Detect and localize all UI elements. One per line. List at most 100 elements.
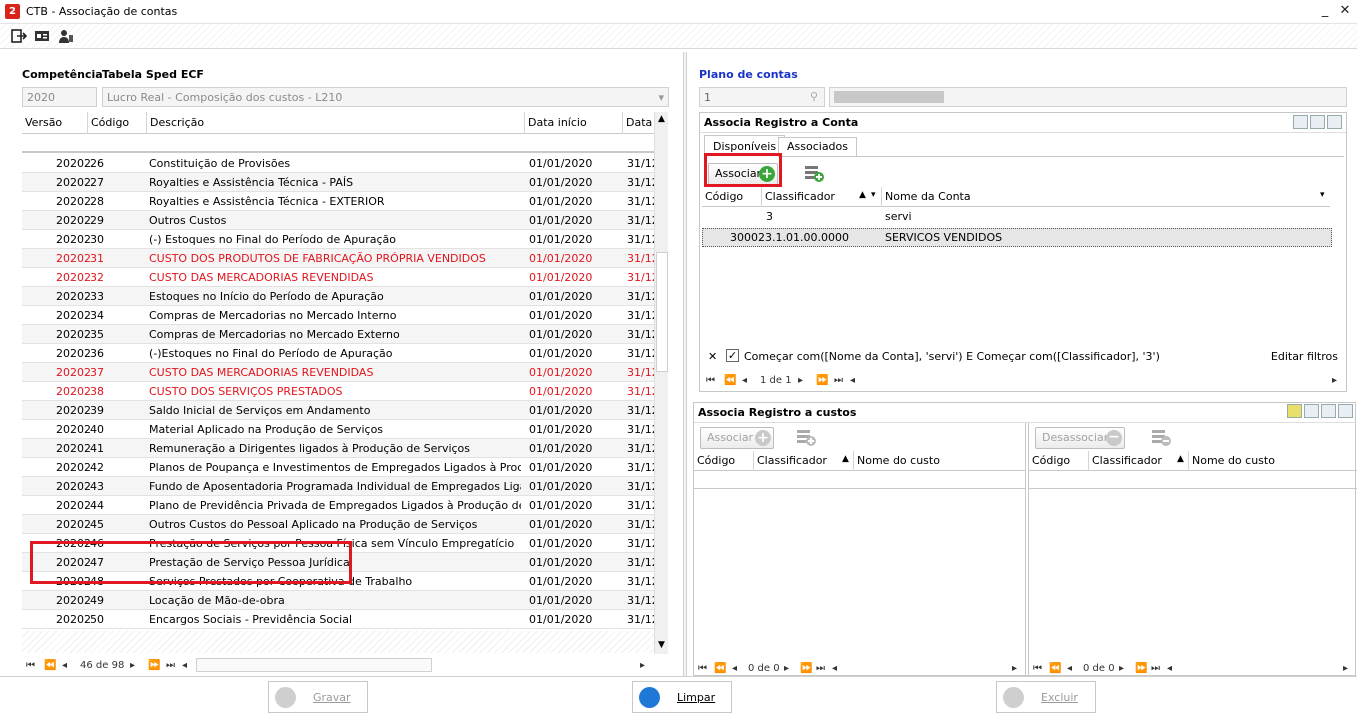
add-all-icon[interactable] bbox=[804, 164, 824, 182]
filter-row[interactable] bbox=[22, 134, 654, 153]
next-record-icon[interactable]: ▸ bbox=[784, 663, 789, 674]
next-record-icon[interactable]: ▸ bbox=[798, 375, 803, 386]
gravar-button[interactable]: Gravar bbox=[268, 681, 368, 713]
maximize-icon[interactable] bbox=[1338, 404, 1353, 418]
table-row[interactable]: 20202 44 Plano de Previdência Privada de E… bbox=[22, 496, 654, 515]
next-page-icon[interactable]: ⏩ bbox=[816, 375, 828, 386]
plano-field[interactable]: 1 ⚲ bbox=[699, 87, 825, 107]
next-record-icon[interactable]: ▸ bbox=[1119, 663, 1124, 674]
col-descricao[interactable]: Descrição bbox=[147, 112, 525, 134]
table-row[interactable]: 20202 30 (-) Estoques no Final do Período … bbox=[22, 230, 654, 249]
exit-icon[interactable] bbox=[11, 28, 27, 44]
card-view-icon[interactable] bbox=[1293, 115, 1308, 129]
filter-checkbox[interactable]: ✓ bbox=[726, 349, 739, 362]
sort-asc-icon[interactable]: ▲ bbox=[842, 454, 849, 464]
table-row[interactable]: 20202 34 Compras de Mercadorias no Mercado… bbox=[22, 306, 654, 325]
remove-all-icon[interactable] bbox=[1151, 428, 1171, 446]
panel-splitter[interactable] bbox=[683, 52, 687, 676]
id-card-icon[interactable] bbox=[34, 28, 50, 44]
prev-record-icon[interactable]: ◂ bbox=[732, 663, 737, 674]
prev-page-icon[interactable]: ⏪ bbox=[714, 663, 726, 674]
table-row[interactable]: 20202 43 Fundo de Aposentadoria Programada… bbox=[22, 477, 654, 496]
col-custo-codigo[interactable]: Código bbox=[1029, 451, 1089, 471]
table-row[interactable]: 20202 37 CUSTO DAS MERCADORIAS REVENDIDAS 0… bbox=[22, 363, 654, 382]
table-row[interactable]: 20202 28 Royalties e Assistência Técnica -… bbox=[22, 192, 654, 211]
first-page-icon[interactable]: ⏮ bbox=[706, 375, 715, 386]
next-page-icon[interactable]: ⏩ bbox=[148, 660, 160, 671]
clear-filter-icon[interactable]: ✕ bbox=[708, 350, 717, 363]
custos-filter-row[interactable] bbox=[694, 471, 1026, 489]
limpar-button[interactable]: Limpar bbox=[632, 681, 732, 713]
scroll-up-icon[interactable]: ▲ bbox=[658, 114, 665, 124]
table-row[interactable]: 20202 32 CUSTO DAS MERCADORIAS REVENDIDAS 0… bbox=[22, 268, 654, 287]
scroll-left-icon[interactable]: ◂ bbox=[1167, 663, 1172, 674]
table-row[interactable]: 20202 27 Royalties e Assistência Técnica -… bbox=[22, 173, 654, 192]
editar-filtros-link[interactable]: Editar filtros bbox=[1271, 350, 1338, 363]
list-view-icon[interactable] bbox=[1304, 404, 1319, 418]
last-page-icon[interactable]: ⏭ bbox=[1151, 663, 1160, 674]
last-page-icon[interactable]: ⏭ bbox=[816, 663, 825, 674]
list-view-icon[interactable] bbox=[1310, 115, 1325, 129]
table-row[interactable]: 20202 50 Encargos Sociais - Previdência So… bbox=[22, 610, 654, 629]
competencia-field[interactable]: 2020 bbox=[22, 87, 97, 107]
sort-asc-icon[interactable]: ▲ bbox=[1177, 454, 1184, 464]
col-custo-nome[interactable]: Nome do custo bbox=[1189, 451, 1357, 471]
user-icon[interactable] bbox=[58, 28, 74, 44]
add-all-icon[interactable] bbox=[796, 428, 816, 446]
minimize-button[interactable]: _ bbox=[1318, 3, 1332, 19]
prev-page-icon[interactable]: ⏪ bbox=[1049, 663, 1061, 674]
table-row[interactable]: 20202 40 Material Aplicado na Produção de … bbox=[22, 420, 654, 439]
table-row[interactable]: 20202 39 Saldo Inicial de Serviços em Anda… bbox=[22, 401, 654, 420]
table-row[interactable]: 20202 26 Constituição de Provisões 01/01/20… bbox=[22, 154, 654, 173]
conta-filter-row[interactable]: 3 servi bbox=[702, 208, 1330, 226]
scroll-right-icon[interactable]: ▸ bbox=[640, 660, 645, 671]
filter-nome[interactable]: servi bbox=[885, 210, 912, 223]
prev-page-icon[interactable]: ⏪ bbox=[44, 660, 56, 671]
close-button[interactable]: ✕ bbox=[1338, 3, 1352, 19]
filter-classificador[interactable]: 3 bbox=[766, 210, 773, 223]
custos-desassociar-button[interactable]: Desassociar − bbox=[1035, 427, 1125, 449]
scroll-left-icon[interactable]: ◂ bbox=[182, 660, 187, 671]
scroll-right-icon[interactable]: ▸ bbox=[1012, 663, 1017, 674]
next-page-icon[interactable]: ⏩ bbox=[800, 663, 812, 674]
prev-page-icon[interactable]: ⏪ bbox=[724, 375, 736, 386]
scroll-left-icon[interactable]: ◂ bbox=[850, 375, 855, 386]
maximize-icon[interactable] bbox=[1327, 115, 1342, 129]
clipboard-icon[interactable] bbox=[1321, 404, 1336, 418]
col-conta-nome[interactable]: Nome da Conta bbox=[882, 187, 1330, 207]
table-row[interactable]: 2020229 Outros Custos 01/01/2020 31/12 bbox=[22, 211, 654, 230]
prev-record-icon[interactable]: ◂ bbox=[742, 375, 747, 386]
scroll-left-icon[interactable]: ◂ bbox=[832, 663, 837, 674]
next-record-icon[interactable]: ▸ bbox=[130, 660, 135, 671]
table-row[interactable]: 20202 38 CUSTO DOS SERVIÇOS PRESTADOS 01/01… bbox=[22, 382, 654, 401]
col-custo-codigo[interactable]: Código bbox=[694, 451, 754, 471]
sort-asc-icon[interactable]: ▲ bbox=[859, 190, 866, 200]
last-page-icon[interactable]: ⏭ bbox=[166, 660, 175, 671]
tab-associados[interactable]: Associados bbox=[778, 137, 858, 157]
table-row[interactable]: 20202 31 CUSTO DOS PRODUTOS DE FABRICAÇÃO … bbox=[22, 249, 654, 268]
table-row[interactable]: 20202 41 Remuneração a Dirigentes ligados … bbox=[22, 439, 654, 458]
table-row[interactable]: 20202 35 Compras de Mercadorias no Mercado… bbox=[22, 325, 654, 344]
col-custo-nome[interactable]: Nome do custo bbox=[854, 451, 1026, 471]
table-row[interactable]: 20202 49 Locação de Mão-de-obra 01/01/2020 3… bbox=[22, 591, 654, 610]
col-codigo[interactable]: Código bbox=[88, 112, 147, 134]
tabela-select[interactable]: Lucro Real - Composição dos custos - L21… bbox=[102, 87, 669, 107]
grid-vertical-scrollbar[interactable]: ▲ ▼ bbox=[654, 112, 668, 654]
table-row[interactable]: 20202 45 Outros Custos do Pessoal Aplicado… bbox=[22, 515, 654, 534]
col-custo-classificador[interactable]: Classificador bbox=[754, 451, 854, 471]
table-row[interactable]: 20202 36 (-)Estoques no Final do Período d… bbox=[22, 344, 654, 363]
col-custo-classificador[interactable]: Classificador bbox=[1089, 451, 1189, 471]
prev-record-icon[interactable]: ◂ bbox=[1067, 663, 1072, 674]
first-page-icon[interactable]: ⏮ bbox=[26, 660, 35, 671]
first-page-icon[interactable]: ⏮ bbox=[698, 663, 707, 674]
excluir-button[interactable]: Excluir bbox=[996, 681, 1096, 713]
custos-associar-button[interactable]: Associar + bbox=[700, 427, 774, 449]
col-conta-codigo[interactable]: Código bbox=[702, 187, 762, 207]
search-icon[interactable] bbox=[1287, 404, 1302, 418]
col-versao[interactable]: Versão bbox=[22, 112, 88, 134]
scroll-right-icon[interactable]: ▸ bbox=[1332, 375, 1337, 386]
custos-assoc-filter-row[interactable] bbox=[1029, 471, 1357, 489]
scroll-right-icon[interactable]: ▸ bbox=[1343, 663, 1348, 674]
last-page-icon[interactable]: ⏭ bbox=[834, 375, 843, 386]
next-page-icon[interactable]: ⏩ bbox=[1135, 663, 1147, 674]
